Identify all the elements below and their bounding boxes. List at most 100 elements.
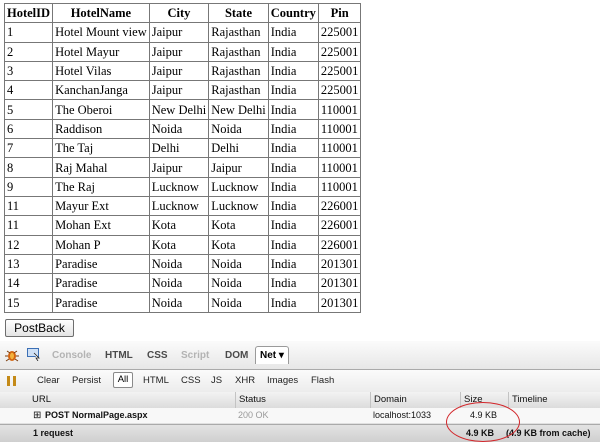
expand-icon[interactable]: ⊞ — [33, 408, 41, 423]
table-cell: 5 — [3, 99, 54, 120]
filter-flash-button[interactable]: Flash — [311, 375, 334, 386]
table-cell: 12 — [3, 234, 54, 255]
table-cell: The Taj — [52, 138, 150, 159]
inspect-icon[interactable] — [27, 348, 41, 361]
table-row: 9 The Raj Lucknow Lucknow India 110001 — [3, 176, 362, 197]
filter-images-button[interactable]: Images — [267, 375, 298, 386]
table-cell: 8 — [3, 157, 54, 178]
filter-all-button[interactable]: All — [113, 372, 133, 388]
table-row: 11 Mohan Ext Kota Kota India 226001 — [3, 215, 362, 236]
col-url[interactable]: URL — [0, 392, 235, 408]
pause-icon[interactable] — [6, 375, 18, 387]
table-row: 12 Mohan P Kota Kota India 226001 — [3, 234, 362, 255]
tab-console[interactable]: Console — [52, 350, 91, 361]
table-cell: India — [267, 138, 319, 159]
table-cell: Jaipur — [148, 80, 210, 101]
table-cell: 225001 — [317, 60, 362, 82]
request-status: 200 OK — [238, 410, 269, 420]
filter-css-button[interactable]: CSS — [181, 375, 201, 386]
table-cell: 9 — [3, 176, 54, 197]
table-cell: Delhi — [148, 138, 210, 159]
table-cell: India — [267, 80, 319, 101]
table-cell: India — [267, 195, 319, 217]
postback-button[interactable]: PostBack — [5, 319, 74, 337]
table-cell: 226001 — [317, 215, 362, 236]
table-cell: Kota — [148, 234, 210, 255]
table-row: 11 Mayur Ext Lucknow Lucknow India 226001 — [3, 195, 362, 217]
table-cell: Noida — [148, 253, 210, 275]
table-cell: 11 — [3, 195, 54, 217]
tab-script[interactable]: Script — [181, 350, 209, 361]
table-cell: India — [267, 253, 319, 275]
table-cell: 110001 — [317, 176, 362, 197]
table-cell: 225001 — [317, 80, 362, 101]
table-cell: Raddison — [52, 118, 150, 140]
column-header: HotelID — [3, 2, 54, 24]
tab-net[interactable]: Net ▾ — [255, 346, 289, 364]
table-cell: Lucknow — [208, 195, 269, 217]
table-cell: 110001 — [317, 118, 362, 140]
table-cell: Mohan Ext — [52, 215, 150, 236]
table-cell: India — [267, 41, 319, 62]
column-header: State — [208, 2, 269, 24]
table-cell: India — [267, 176, 319, 197]
table-cell: New Delhi — [208, 99, 269, 120]
table-cell: Delhi — [208, 138, 269, 159]
table-cell: Noida — [148, 292, 210, 313]
table-cell: Rajasthan — [208, 60, 269, 82]
firebug-bug-icon[interactable] — [4, 347, 20, 362]
tab-html[interactable]: HTML — [105, 350, 133, 361]
persist-button[interactable]: Persist — [72, 375, 101, 386]
table-cell: 201301 — [317, 273, 362, 294]
col-domain[interactable]: Domain — [370, 392, 460, 408]
col-timeline[interactable]: Timeline — [508, 392, 600, 408]
table-cell: Noida — [208, 292, 269, 313]
column-header: Country — [267, 2, 319, 24]
table-cell: Rajasthan — [208, 80, 269, 101]
table-cell: Paradise — [52, 292, 150, 313]
table-cell: 110001 — [317, 138, 362, 159]
table-header-row: HotelID HotelName City State Country Pin — [3, 2, 362, 24]
table-cell: New Delhi — [148, 99, 210, 120]
table-cell: KanchanJanga — [52, 80, 150, 101]
filter-html-button[interactable]: HTML — [143, 375, 169, 386]
column-header: City — [148, 2, 210, 24]
filter-js-button[interactable]: JS — [211, 375, 222, 386]
table-cell: 1 — [3, 22, 54, 43]
table-cell: Noida — [208, 273, 269, 294]
firebug-tab-bar: Console HTML CSS Script DOM Net ▾ — [0, 341, 600, 370]
table-cell: Jaipur — [148, 60, 210, 82]
table-cell: Kota — [208, 234, 269, 255]
table-cell: Hotel Vilas — [52, 60, 150, 82]
table-cell: India — [267, 99, 319, 120]
table-cell: 201301 — [317, 292, 362, 313]
table-row: 8 Raj Mahal Jaipur Jaipur India 110001 — [3, 157, 362, 178]
table-cell: Mohan P — [52, 234, 150, 255]
net-toolbar: Clear Persist All HTML CSS JS XHR Images… — [0, 370, 600, 393]
cache-size: (4.9 KB from cache) — [506, 428, 591, 438]
table-cell: India — [267, 60, 319, 82]
col-status[interactable]: Status — [235, 392, 370, 408]
table-cell: India — [267, 22, 319, 43]
table-cell: Jaipur — [148, 157, 210, 178]
table-cell: Jaipur — [148, 41, 210, 62]
request-url[interactable]: POST NormalPage.aspx — [45, 408, 148, 423]
table-cell: Jaipur — [148, 22, 210, 43]
tab-dom[interactable]: DOM — [225, 350, 248, 361]
clear-button[interactable]: Clear — [37, 375, 60, 386]
table-cell: Paradise — [52, 273, 150, 294]
table-cell: Noida — [148, 273, 210, 294]
hotel-table: HotelID HotelName City State Country Pin 1 Hot… — [3, 2, 362, 313]
filter-xhr-button[interactable]: XHR — [235, 375, 255, 386]
table-cell: Rajasthan — [208, 41, 269, 62]
table-cell: India — [267, 118, 319, 140]
table-cell: The Raj — [52, 176, 150, 197]
table-cell: Rajasthan — [208, 22, 269, 43]
tab-css[interactable]: CSS — [147, 350, 168, 361]
table-cell: The Oberoi — [52, 99, 150, 120]
table-cell: Noida — [208, 118, 269, 140]
table-cell: 226001 — [317, 195, 362, 217]
table-row: 14 Paradise Noida Noida India 201301 — [3, 273, 362, 294]
table-cell: 11 — [3, 215, 54, 236]
table-cell: 110001 — [317, 157, 362, 178]
